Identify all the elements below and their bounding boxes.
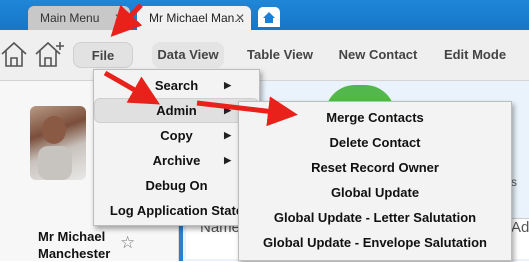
menu-item-label: Search xyxy=(154,78,199,93)
tab-main-menu[interactable]: Main Menu ✕ xyxy=(28,6,130,30)
contact-name-line1: Mr Michael xyxy=(38,229,106,244)
contact-name-line2: Manchester xyxy=(38,246,111,261)
submenu-arrow-icon: ▶ xyxy=(224,80,231,90)
menu-item-global-update-letter[interactable]: Global Update - Letter Salutation xyxy=(239,205,511,230)
menu-item-label: Log Application State xyxy=(109,203,244,218)
data-view-button[interactable]: Data View xyxy=(152,42,224,68)
admin-submenu: Merge Contacts Delete Contact Reset Reco… xyxy=(238,101,512,261)
home-icon[interactable] xyxy=(0,40,28,70)
file-menu: Search ▶ Admin ▶ Copy ▶ Archive ▶ Debug … xyxy=(93,69,260,226)
close-icon[interactable]: ✕ xyxy=(114,6,124,30)
menu-item-archive[interactable]: Archive ▶ xyxy=(94,148,259,173)
tab-contact[interactable]: Mr Michael Man... ✕ xyxy=(137,6,251,30)
file-button[interactable]: File xyxy=(73,42,133,68)
menu-item-delete-contact[interactable]: Delete Contact xyxy=(239,130,511,155)
tab-contact-label: Mr Michael Man... xyxy=(149,11,245,25)
menu-item-admin[interactable]: Admin ▶ xyxy=(94,98,259,123)
tab-main-menu-label: Main Menu xyxy=(40,11,100,25)
menu-item-debug-on[interactable]: Debug On xyxy=(94,173,259,198)
new-tab-home-button[interactable] xyxy=(258,7,280,27)
menu-item-merge-contacts[interactable]: Merge Contacts xyxy=(239,105,511,130)
avatar xyxy=(30,106,86,180)
menu-item-reset-record-owner[interactable]: Reset Record Owner xyxy=(239,155,511,180)
menu-item-label: Copy xyxy=(160,128,193,143)
close-icon[interactable]: ✕ xyxy=(235,6,245,30)
star-icon[interactable]: ☆ xyxy=(120,233,135,253)
contact-name: Mr Michael Manchester xyxy=(38,228,110,262)
menu-item-label: Admin xyxy=(156,103,197,118)
menu-item-label: Debug On xyxy=(145,178,208,193)
submenu-arrow-icon: ▶ xyxy=(224,130,231,140)
tab-strip: Main Menu ✕ Mr Michael Man... ✕ xyxy=(0,0,529,30)
menu-item-global-update[interactable]: Global Update xyxy=(239,180,511,205)
menu-item-copy[interactable]: Copy ▶ xyxy=(94,123,259,148)
menu-item-label: Archive xyxy=(152,153,201,168)
submenu-arrow-icon: ▶ xyxy=(224,105,231,115)
menu-item-log-application-state[interactable]: Log Application State xyxy=(94,198,259,223)
add-home-icon[interactable] xyxy=(34,40,66,70)
menu-item-global-update-envelope[interactable]: Global Update - Envelope Salutation xyxy=(239,230,511,255)
menu-item-search[interactable]: Search ▶ xyxy=(94,73,259,98)
toolbar: File Data View Table View New Contact Ed… xyxy=(0,30,529,81)
submenu-arrow-icon: ▶ xyxy=(224,155,231,165)
column-header-ad[interactable]: Ad xyxy=(511,219,529,236)
table-view-button[interactable]: Table View xyxy=(242,42,318,68)
new-contact-button[interactable]: New Contact xyxy=(338,42,418,68)
edit-mode-button[interactable]: Edit Mode xyxy=(440,42,510,68)
home-icon xyxy=(263,12,275,23)
